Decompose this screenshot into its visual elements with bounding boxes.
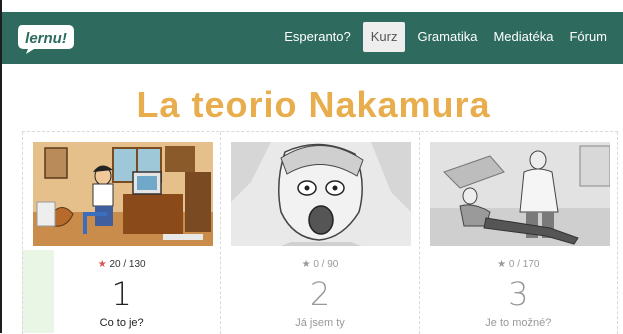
chapter-card-3[interactable]: ★ 0 / 170 3 Je to možné? (420, 132, 618, 334)
chapter-3-title[interactable]: Je to možné? (420, 317, 617, 329)
chapter-1-illustration[interactable] (33, 142, 213, 246)
chapter-2-illustration[interactable] (231, 142, 412, 246)
nav-item-forum[interactable]: Fórum (561, 22, 615, 52)
logo-text: lernu! (25, 30, 67, 47)
chapter-card-1[interactable]: ★ 20 / 130 1 Co to je? (22, 132, 222, 334)
top-navbar: lernu! Esperanto? Kurz Gramatika Mediaté… (2, 12, 623, 64)
page: lernu! Esperanto? Kurz Gramatika Mediaté… (0, 0, 623, 334)
main-nav: Esperanto? Kurz Gramatika Mediatéka Fóru… (276, 22, 615, 52)
nav-item-esperanto[interactable]: Esperanto? (276, 22, 359, 52)
nav-item-mediateka[interactable]: Mediatéka (485, 22, 561, 52)
chapter-1-rating: ★ 20 / 130 (23, 259, 220, 270)
star-icon: ★ (301, 259, 311, 270)
nav-item-gramatika[interactable]: Gramatika (409, 22, 485, 52)
chapter-2-score: 0 / 90 (313, 259, 339, 270)
chapter-card-2[interactable]: ★ 0 / 90 2 Já jsem ty (221, 132, 420, 334)
chapter-1-score: 20 / 130 (109, 259, 146, 270)
star-icon: ★ (97, 259, 107, 270)
chapter-3-illustration[interactable] (429, 142, 610, 246)
chapter-3-rating: ★ 0 / 170 (420, 259, 617, 270)
nav-item-kurz[interactable]: Kurz (362, 22, 406, 52)
page-title: La teorio Nakamura (136, 84, 491, 125)
chapter-2-number: 2 (309, 275, 331, 313)
lernu-logo[interactable]: lernu! (16, 21, 76, 55)
chapter-2-rating: ★ 0 / 90 (221, 259, 418, 270)
star-icon: ★ (497, 259, 507, 270)
chapter-2-title[interactable]: Já jsem ty (221, 317, 418, 329)
chapter-cards: ★ 20 / 130 1 Co to je? ★ 0 / 90 2 Já jse… (22, 131, 618, 334)
chapter-1-title[interactable]: Co to je? (23, 317, 220, 329)
chapter-3-score: 0 / 170 (508, 259, 540, 270)
chapter-1-number: 1 (111, 275, 132, 313)
chapter-3-number: 3 (508, 275, 529, 313)
